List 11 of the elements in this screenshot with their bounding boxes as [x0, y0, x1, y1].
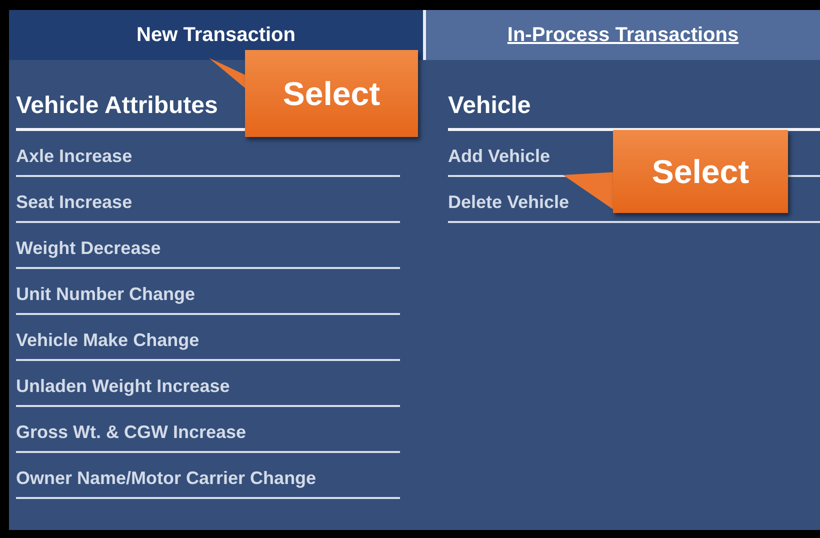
menu-item[interactable]: Gross Wt. & CGW Increase: [16, 407, 400, 453]
menu-item[interactable]: Seat Increase: [16, 177, 400, 223]
select-callout: Select: [245, 50, 418, 137]
menu-item[interactable]: Owner Name/Motor Carrier Change: [16, 453, 400, 499]
menu-item[interactable]: Unladen Weight Increase: [16, 361, 400, 407]
tab[interactable]: New Transaction: [9, 10, 423, 60]
menu-item[interactable]: Unit Number Change: [16, 269, 400, 315]
menu-item[interactable]: Weight Decrease: [16, 223, 400, 269]
menu-item[interactable]: Vehicle Make Change: [16, 315, 400, 361]
tab[interactable]: In-Process Transactions: [423, 10, 820, 60]
select-callout: Select: [613, 130, 788, 213]
